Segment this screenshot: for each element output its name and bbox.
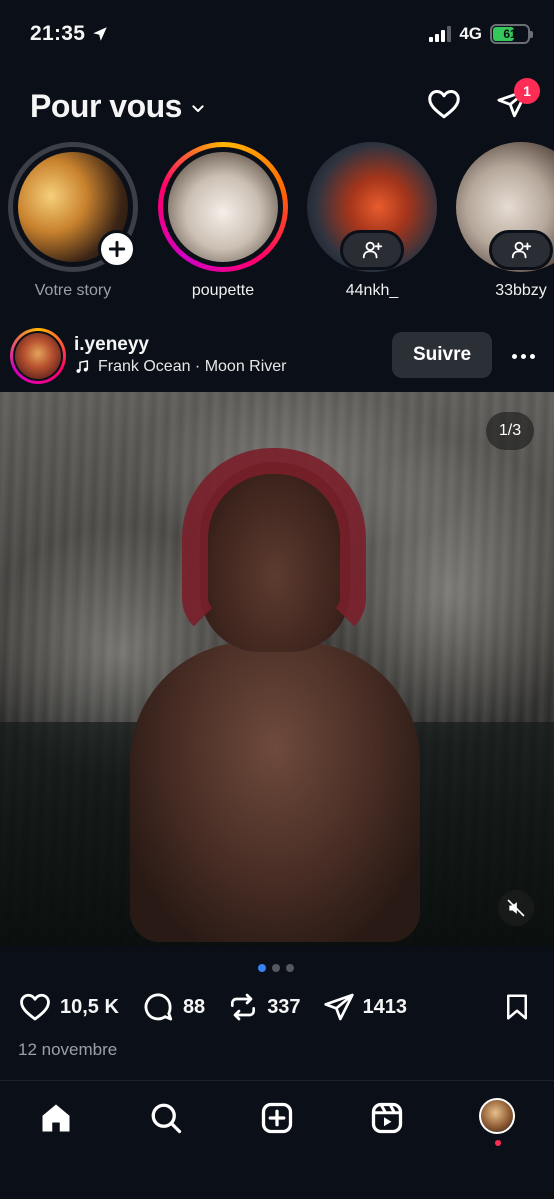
story-33bbzy[interactable]: 33bbzy (456, 142, 554, 307)
story-name: 44nkh_ (345, 282, 399, 299)
add-story-button[interactable] (98, 230, 136, 268)
notification-badge: 1 (514, 78, 540, 104)
bookmark-icon (507, 994, 527, 1020)
music-note-icon (76, 360, 89, 373)
chevron-down-icon (192, 104, 204, 112)
post-username[interactable]: i.yeneyy (74, 334, 149, 356)
feed-header: Pour vous 1 (0, 78, 554, 134)
search-icon (151, 1103, 182, 1134)
post-date: 12 novembre (18, 1040, 118, 1059)
heart-icon (20, 993, 50, 1021)
add-user-icon (511, 241, 532, 259)
status-bar: 21:35 4G 61 (0, 0, 554, 70)
story-name: 33bbzy (495, 282, 547, 299)
like-button[interactable]: 10,5 K (18, 990, 119, 1024)
feed-selector[interactable]: Pour vous (30, 88, 206, 125)
more-icon[interactable] (508, 344, 538, 368)
tab-search[interactable] (146, 1098, 186, 1138)
like-count: 10,5 K (60, 995, 119, 1018)
music-label: Frank Ocean · Moon River (98, 358, 287, 375)
carousel-dot (286, 964, 294, 972)
battery-icon: 61 (490, 24, 533, 44)
post-media[interactable]: 1/3 (0, 392, 554, 946)
story-name: poupette (191, 282, 255, 299)
status-time-label: 21:35 (30, 22, 86, 45)
share-count: 1413 (362, 995, 408, 1018)
follow-button[interactable]: Suivre (392, 332, 492, 378)
follow-suggestion-button[interactable] (489, 230, 553, 270)
stories-tray: Votre story poupette 44nkh_ 33bbzy (0, 142, 554, 312)
story-avatar (168, 152, 278, 262)
heart-icon (428, 90, 460, 119)
carousel-counter: 1/3 (486, 412, 534, 450)
share-button[interactable]: 1413 (323, 991, 408, 1023)
plus-icon (108, 240, 126, 258)
tab-home[interactable] (36, 1098, 76, 1138)
post-avatar[interactable] (10, 328, 66, 384)
comment-button[interactable]: 88 (141, 990, 205, 1024)
repost-icon (231, 993, 256, 1021)
network-label: 4G (459, 24, 482, 43)
bottom-tab-bar (0, 1082, 554, 1199)
carousel-indicator (258, 964, 294, 972)
mute-button[interactable] (498, 890, 534, 926)
mute-icon (507, 899, 525, 917)
story-44nkh[interactable]: 44nkh_ (307, 142, 437, 307)
signal-icon (429, 26, 452, 42)
story-self[interactable]: Votre story (8, 142, 138, 307)
carousel-dot-active (258, 964, 266, 972)
carousel-dot (272, 964, 280, 972)
divider (0, 1080, 554, 1081)
post-actions: 10,5 K 88 337 1413 (18, 986, 538, 1028)
battery-level: 61 (503, 27, 517, 41)
tab-reels[interactable] (367, 1098, 407, 1138)
repost-button[interactable]: 337 (227, 991, 301, 1023)
comment-icon (144, 993, 173, 1021)
follow-suggestion-button[interactable] (340, 230, 404, 270)
page-title: Pour vous (30, 88, 182, 124)
home-icon (42, 1104, 70, 1132)
activity-button[interactable] (426, 86, 462, 127)
post-header: i.yeneyy Frank Ocean · Moon River Suivre (0, 322, 554, 392)
create-icon (261, 1102, 293, 1134)
reels-icon (371, 1102, 403, 1134)
profile-notification-dot (495, 1140, 501, 1146)
send-icon (323, 993, 354, 1021)
comment-count: 88 (182, 995, 206, 1018)
repost-count: 337 (267, 995, 301, 1018)
add-user-icon (362, 241, 383, 259)
story-poupette[interactable]: poupette (158, 142, 288, 307)
tab-profile[interactable] (479, 1098, 515, 1134)
story-name: Votre story (34, 282, 112, 299)
tab-create[interactable] (257, 1098, 297, 1138)
save-button[interactable] (502, 990, 532, 1029)
status-time: 21:35 (30, 22, 109, 46)
location-arrow-icon (93, 27, 107, 41)
post-music[interactable]: Frank Ocean · Moon River (74, 358, 287, 376)
